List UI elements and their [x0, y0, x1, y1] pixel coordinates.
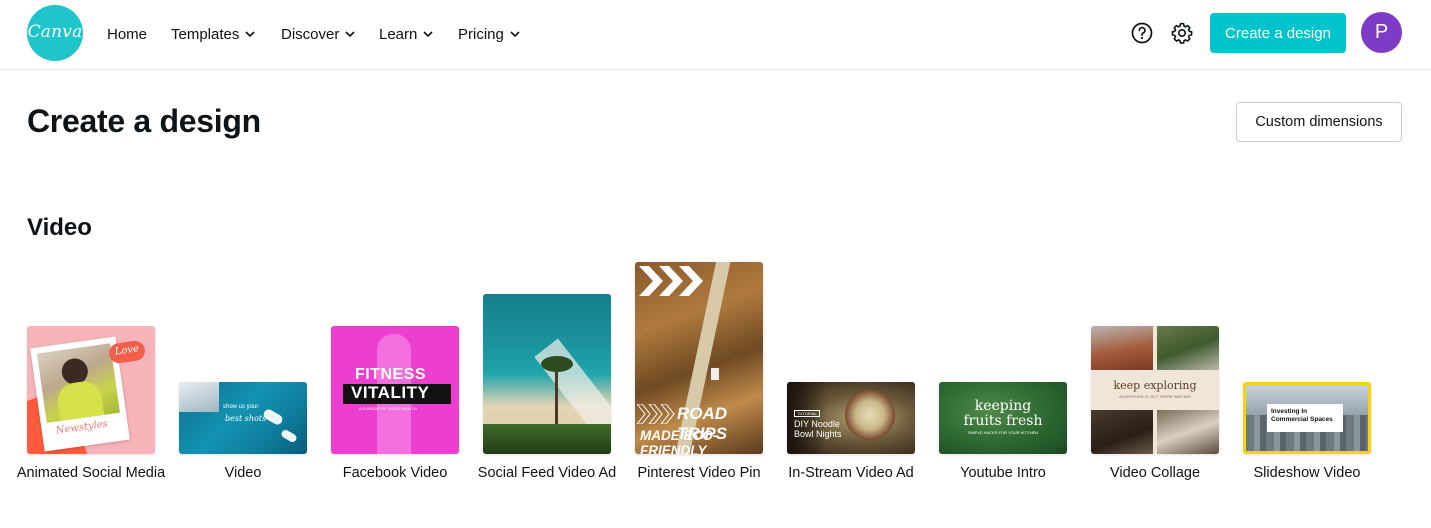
card-label[interactable]: In-Stream Video Ad [775, 462, 927, 484]
title-card: Investing In Commercial Spaces [1267, 404, 1343, 432]
nav-learn[interactable]: Learn [379, 24, 433, 44]
collage-photo-rooftops [1091, 326, 1153, 370]
thumb-text: A PURSUIT OF GOOD HEALTH [359, 406, 417, 411]
nav-discover-label: Discover [281, 25, 340, 43]
nav-home[interactable]: Home [107, 24, 147, 44]
collage-photo-dark [1091, 410, 1153, 454]
thumb-text: best shots [225, 414, 267, 423]
card-label[interactable]: Social Feed Video Ad [471, 462, 623, 484]
card-label[interactable]: Slideshow Video [1231, 462, 1383, 484]
boat [280, 428, 298, 444]
card-label[interactable]: Youtube Intro [927, 462, 1079, 484]
logo-text: Canva [27, 22, 83, 42]
marina [179, 382, 219, 412]
thumb-text: Investing In [1271, 408, 1308, 415]
card-label[interactable]: Facebook Video [319, 462, 471, 484]
thumb-youtube-intro[interactable]: keeping fruits fresh SIMPLE HACKS FOR YO… [939, 382, 1067, 454]
palm-leaves [541, 356, 573, 372]
shadow [787, 382, 827, 454]
thumb-pinterest-video-pin[interactable]: ROAD TRIPS MADE ECO-FRIENDLY [635, 262, 763, 454]
thumb-video[interactable]: show us your best shots [179, 382, 307, 454]
thumb-text: Love [114, 343, 140, 358]
nav-home-label: Home [107, 25, 148, 43]
speech-bubble: Love [107, 339, 147, 365]
nav-discover[interactable]: Discover [281, 24, 355, 44]
thumb-text: VITALITY [351, 383, 430, 402]
thumb-animated-social-media[interactable]: Newstyles Love [27, 326, 155, 454]
chevrons-icon [637, 404, 675, 424]
nav-templates-label: Templates [171, 25, 240, 43]
gear-icon[interactable] [1170, 21, 1194, 45]
card-label[interactable]: Pinterest Video Pin [623, 462, 775, 484]
collage-photo-plants [1157, 326, 1219, 370]
custom-dimensions-button[interactable]: Custom dimensions [1236, 102, 1402, 142]
thumb-facebook-video[interactable]: FITNESS VITALITY A PURSUIT OF GOOD HEALT… [331, 326, 459, 454]
thumb-social-feed-video-ad[interactable] [483, 294, 611, 454]
thumb-video-collage[interactable]: keep exploring ADVENTURE IS OUT THERE WA… [1091, 326, 1219, 454]
thumb-text: show us your [223, 404, 259, 410]
collage-photo-van [1157, 410, 1219, 454]
thumb-text: fruits fresh [963, 413, 1043, 429]
thumb-text: Newstyles [55, 418, 109, 437]
canva-logo[interactable]: Canva [27, 5, 83, 61]
avatar[interactable]: P [1361, 12, 1402, 53]
thumb-text: ADVENTURE IS OUT THERE WAITING [1119, 394, 1191, 399]
bowl [845, 390, 895, 440]
thumb-text: keeping [974, 398, 1032, 414]
thumb-text: DIY Noodle [794, 419, 840, 429]
section-title-video: Video [27, 214, 92, 241]
chevrons-icon [639, 266, 703, 296]
thumb-text: SIMPLE HACKS FOR YOUR KITCHEN [967, 430, 1039, 435]
thumb-text: Bowl Nights [794, 429, 842, 439]
chevron-down-icon [423, 31, 433, 38]
create-design-button[interactable]: Create a design [1210, 13, 1346, 53]
card-label[interactable]: Video [167, 462, 319, 484]
nav-pricing-label: Pricing [458, 25, 504, 43]
help-circle-icon[interactable] [1130, 21, 1154, 45]
top-nav-bar: Canva Home Templates Discover Learn Pric… [0, 0, 1431, 70]
chevron-down-icon [510, 31, 520, 38]
vegetation [483, 424, 611, 454]
nav-templates[interactable]: Templates [171, 24, 255, 44]
photo [36, 343, 120, 423]
nav-learn-label: Learn [379, 25, 418, 43]
chevron-down-icon [245, 31, 255, 38]
thumb-text: FITNESS [355, 366, 427, 383]
thumb-text: TUTORIAL [794, 410, 820, 417]
nav-pricing[interactable]: Pricing [458, 24, 520, 44]
page-title: Create a design [27, 103, 261, 139]
thumb-text: keep exploring [1113, 379, 1197, 392]
thumb-text: Commercial Spaces [1271, 416, 1333, 423]
card-label[interactable]: Animated Social Media [15, 462, 167, 484]
thumb-slideshow-video[interactable]: Investing In Commercial Spaces [1243, 382, 1371, 454]
thumb-text: MADE ECO-FRIENDLY [640, 428, 718, 454]
car [711, 368, 719, 380]
chevron-down-icon [345, 31, 355, 38]
thumb-in-stream-video-ad[interactable]: TUTORIAL DIY Noodle Bowl Nights [787, 382, 915, 454]
card-label[interactable]: Video Collage [1079, 462, 1231, 484]
